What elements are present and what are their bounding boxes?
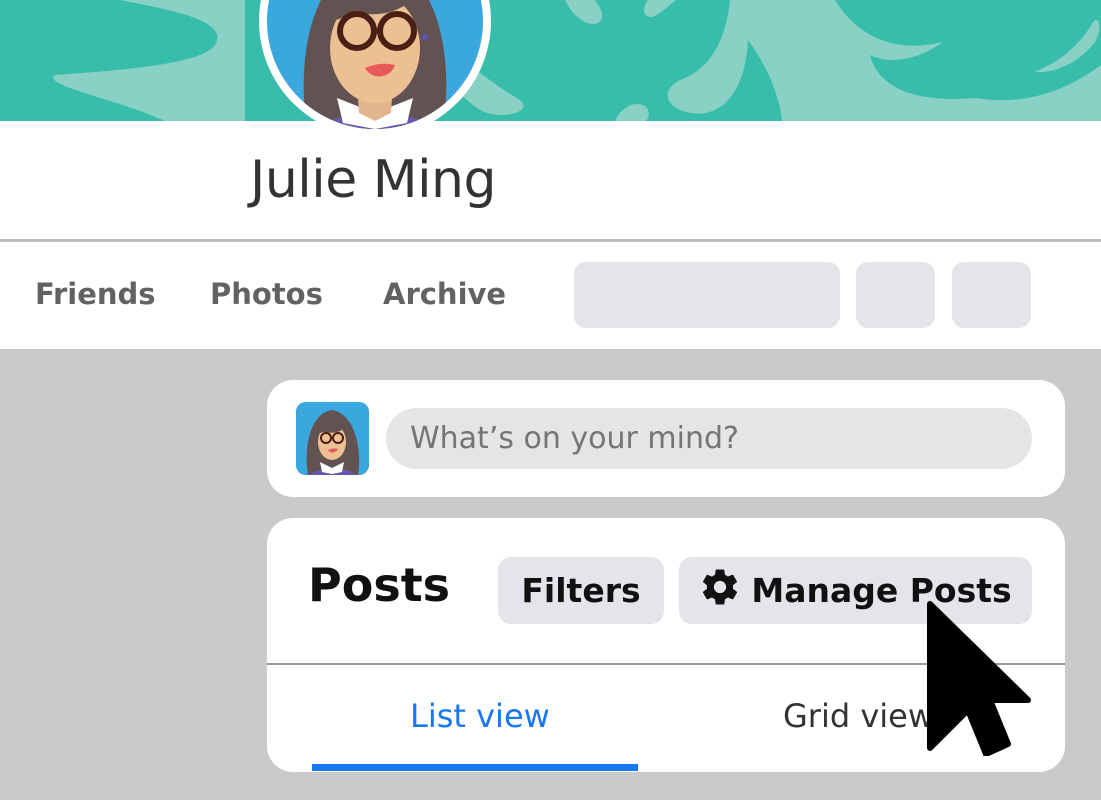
mouse-cursor-icon [920,596,1035,760]
profile-nav-bar [0,242,1101,349]
nav-tab-archive[interactable]: Archive [383,277,506,311]
gear-icon [699,566,741,616]
status-input[interactable] [386,408,1032,469]
tab-grid-view[interactable]: Grid view [783,697,934,735]
nav-tab-friends[interactable]: Friends [35,277,156,311]
nav-action-button-wide[interactable] [574,262,840,328]
profile-name: Julie Ming [250,150,497,210]
active-tab-indicator [312,764,638,771]
composer-avatar [296,402,369,475]
nav-tab-photos[interactable]: Photos [210,277,323,311]
profile-avatar[interactable] [259,0,491,137]
cover-splash-pattern [53,0,1101,121]
profile-header [0,121,1101,241]
woman-portrait-icon [296,402,369,475]
filters-label: Filters [521,571,641,610]
nav-more-button[interactable] [952,262,1031,328]
posts-title: Posts [308,558,451,612]
cover-photo [0,0,1101,121]
tab-list-view[interactable]: List view [410,697,550,735]
nav-action-button[interactable] [856,262,935,328]
filters-button[interactable]: Filters [498,557,664,624]
woman-portrait-icon [267,0,483,129]
